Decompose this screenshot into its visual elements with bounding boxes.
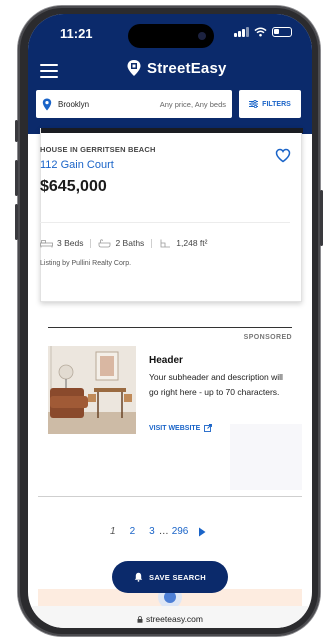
pagination: 1 2 3 … 296 bbox=[110, 526, 206, 537]
search-filter-summary: Any price, Any beds bbox=[159, 99, 226, 109]
status-icons bbox=[234, 27, 292, 37]
heart-icon[interactable] bbox=[275, 148, 291, 163]
page-2[interactable]: 2 bbox=[130, 526, 136, 537]
next-page-icon[interactable] bbox=[198, 527, 206, 537]
ad-image[interactable] bbox=[48, 346, 136, 434]
listing-price: $645,000 bbox=[40, 178, 107, 195]
visit-website-link[interactable]: VISIT WEBSITE bbox=[149, 424, 213, 432]
phone-volume-up bbox=[15, 160, 18, 196]
card-divider bbox=[40, 222, 290, 223]
phone-screen: 11:21 StreetEasy Brooklyn Any price, Any… bbox=[28, 14, 312, 628]
sliders-icon bbox=[249, 100, 259, 108]
amenity-divider bbox=[151, 238, 153, 248]
filters-button[interactable]: FILTERS bbox=[239, 90, 301, 118]
browser-url[interactable]: streeteasy.com bbox=[28, 614, 312, 624]
bell-icon bbox=[134, 572, 143, 582]
phone-volume-down bbox=[15, 204, 18, 240]
listing-card[interactable] bbox=[40, 128, 303, 302]
status-time: 11:21 bbox=[60, 26, 93, 41]
ad-description: Your subheader and description will go r… bbox=[149, 372, 283, 397]
wifi-icon bbox=[254, 27, 267, 37]
amenity-divider bbox=[90, 238, 92, 248]
battery-icon bbox=[272, 27, 292, 37]
external-link-icon bbox=[204, 424, 213, 432]
lock-icon bbox=[137, 616, 143, 623]
filters-label: FILTERS bbox=[262, 100, 291, 108]
logo-text: StreetEasy bbox=[147, 59, 227, 77]
location-pin-icon bbox=[42, 98, 52, 110]
area-info: 1,248 ft² bbox=[159, 238, 207, 248]
listing-address-link[interactable]: 112 Gain Court bbox=[40, 159, 114, 171]
streeteasy-logo[interactable]: StreetEasy bbox=[126, 59, 227, 77]
page-1[interactable]: 1 bbox=[110, 526, 116, 537]
menu-icon[interactable] bbox=[40, 64, 58, 78]
ad-room-illustration bbox=[48, 346, 136, 434]
ad-top-rule bbox=[48, 327, 292, 328]
listing-amenities: 3 Beds 2 Baths 1,248 ft² bbox=[40, 238, 207, 248]
bed-icon bbox=[40, 239, 53, 247]
pagination-ellipsis: … bbox=[158, 526, 169, 537]
beds-info: 3 Beds bbox=[40, 238, 83, 248]
camera-dot bbox=[198, 32, 206, 40]
beds-count: 3 Beds bbox=[57, 238, 84, 248]
listing-type: HOUSE IN GERRITSEN BEACH bbox=[40, 145, 156, 154]
page-last[interactable]: 296 bbox=[172, 526, 189, 537]
search-location: Brooklyn bbox=[58, 99, 90, 109]
signal-icon bbox=[234, 27, 249, 37]
page-3[interactable]: 3 bbox=[149, 526, 155, 537]
area-size: 1,248 ft² bbox=[176, 238, 208, 248]
app-header: 11:21 StreetEasy Brooklyn Any price, Any… bbox=[28, 14, 312, 134]
baths-info: 2 Baths bbox=[98, 238, 144, 248]
dynamic-island bbox=[128, 24, 214, 48]
browser-url-text: streeteasy.com bbox=[145, 614, 203, 624]
logo-pin-icon bbox=[127, 60, 141, 76]
phone-power-button bbox=[320, 190, 323, 246]
ad-header: Header bbox=[149, 355, 183, 366]
search-input[interactable]: Brooklyn Any price, Any beds bbox=[36, 90, 232, 118]
listing-photo-edge bbox=[41, 128, 303, 133]
ad-background-block bbox=[230, 424, 302, 490]
visit-website-label: VISIT WEBSITE bbox=[149, 424, 201, 432]
phone-side-button bbox=[15, 120, 18, 142]
listing-agent: Listing by Pullini Realty Corp. bbox=[40, 260, 132, 267]
save-search-button[interactable]: SAVE SEARCH bbox=[112, 561, 228, 593]
area-icon bbox=[160, 239, 171, 247]
bath-icon bbox=[99, 238, 111, 247]
baths-count: 2 Baths bbox=[115, 238, 145, 248]
sponsored-label: SPONSORED bbox=[243, 334, 292, 341]
section-divider bbox=[38, 496, 302, 497]
save-search-label: SAVE SEARCH bbox=[149, 572, 206, 582]
